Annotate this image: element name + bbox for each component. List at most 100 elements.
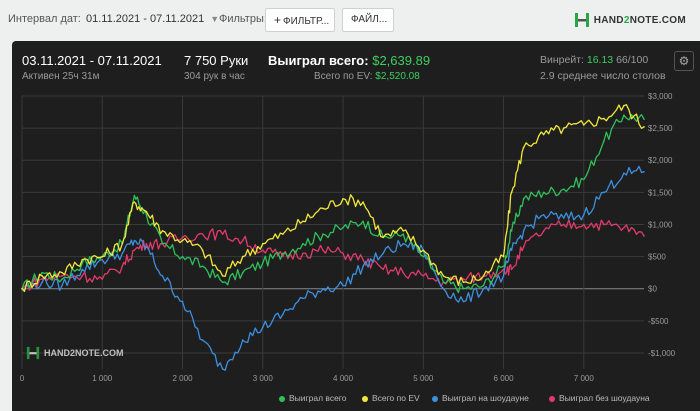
watermark: HAND2NOTE.COM [26,346,124,360]
series-point-3 [542,230,545,232]
series-point-0 [342,226,344,229]
series-point-3 [583,223,585,226]
series-point-2 [510,249,513,251]
file-button-label: ФАЙЛ... [351,14,388,25]
series-point-1 [362,201,364,203]
x-tick-label: 5 000 [413,374,434,383]
series-point-2 [282,313,284,316]
series-point-0 [482,284,485,287]
series-point-0 [562,188,565,190]
series-point-0 [522,197,525,200]
legend-ev[interactable]: Всего по EV [362,393,420,403]
date-interval-value: 01.11.2021 - 07.11.2021 [86,13,205,25]
series-point-3 [221,233,224,235]
series-point-3 [603,223,605,226]
series-point-0 [261,262,264,264]
series-point-0 [282,252,284,255]
series-point-2 [181,300,184,303]
series-point-0 [442,281,445,284]
series-point-0 [241,271,244,274]
series-point-1 [603,117,605,120]
y-tick-label: $1,500 [648,188,673,197]
interval-label: Интервал дат: [8,13,81,25]
graph-panel: 03.11.2021 - 07.11.2021 Активен 25ч 31м … [12,41,700,411]
series-point-3 [342,252,344,255]
series-point-3 [402,271,405,274]
x-tick-label: 6 000 [494,374,515,383]
series-point-1 [161,230,164,232]
series-point-2 [81,268,83,271]
y-tick-label: $1,000 [648,220,673,229]
x-tick-label: 4 000 [333,374,354,383]
series-line-0 [21,113,645,294]
series-point-0 [603,140,605,142]
series-point-0 [181,255,184,258]
series-point-1 [41,275,43,277]
plus-icon: + [274,13,282,27]
series-point-3 [133,249,136,251]
series-point-1 [510,191,513,194]
series-point-0 [221,281,224,284]
series-point-1 [21,287,23,290]
series-point-3 [121,265,124,268]
file-button[interactable]: ФАЙЛ... [342,8,394,32]
series-point-1 [643,126,645,128]
series-point-3 [241,239,244,242]
series-point-0 [322,233,324,235]
series-point-1 [241,255,244,258]
filter-button[interactable]: + ФИЛЬТР... [265,8,335,32]
legend-dot [432,395,438,402]
series-point-2 [542,214,545,216]
series-point-2 [462,300,465,303]
series-point-2 [342,284,344,287]
series-point-0 [161,242,164,245]
filters-label: Фильтры: [219,13,267,25]
series-point-3 [261,249,264,251]
x-tick-label: 1 000 [92,374,113,383]
series-line-3 [21,219,645,291]
series-point-3 [643,235,645,237]
series-point-2 [482,287,485,290]
series-point-3 [462,278,465,280]
series-point-2 [402,242,405,245]
x-tick-label: 7 000 [574,374,595,383]
series-point-1 [462,281,465,284]
series-point-0 [510,230,513,232]
series-point-2 [133,239,136,242]
series-point-3 [562,223,565,226]
series-point-1 [201,249,204,251]
series-point-2 [121,252,124,255]
series-point-1 [302,220,304,223]
series-point-3 [382,268,384,271]
series-point-1 [261,242,264,245]
y-tick-label: -$1,000 [648,349,676,358]
series-point-1 [81,259,83,261]
series-point-1 [133,201,136,203]
series-point-2 [623,172,625,174]
series-point-0 [462,287,465,290]
series-point-1 [502,255,505,258]
y-tick-label: $2,500 [648,124,673,133]
series-point-3 [322,249,324,251]
series-point-0 [145,214,148,216]
series-point-3 [510,268,513,271]
legend-showdown[interactable]: Выиграл на шоудауне [432,393,529,403]
series-point-2 [603,191,605,194]
series-point-2 [442,287,445,290]
series-point-3 [623,226,625,229]
series-point-1 [402,230,405,232]
legend-dot [279,395,285,402]
series-point-1 [583,124,585,126]
series-point-1 [382,236,384,239]
legend-non-showdown[interactable]: Выиграл без шоудауна [549,393,650,403]
series-point-2 [161,275,164,277]
y-tick-label: $2,000 [648,156,673,165]
y-tick-label: $0 [648,285,657,294]
series-point-1 [61,271,63,274]
legend-won-total[interactable]: Выиграл всего [279,393,346,403]
series-point-1 [522,146,525,149]
series-point-2 [382,252,384,255]
series-point-3 [522,246,525,248]
x-tick-label: 2 000 [173,374,194,383]
date-interval-select[interactable]: 01.11.2021 - 07.11.2021 ▼ [82,8,223,30]
